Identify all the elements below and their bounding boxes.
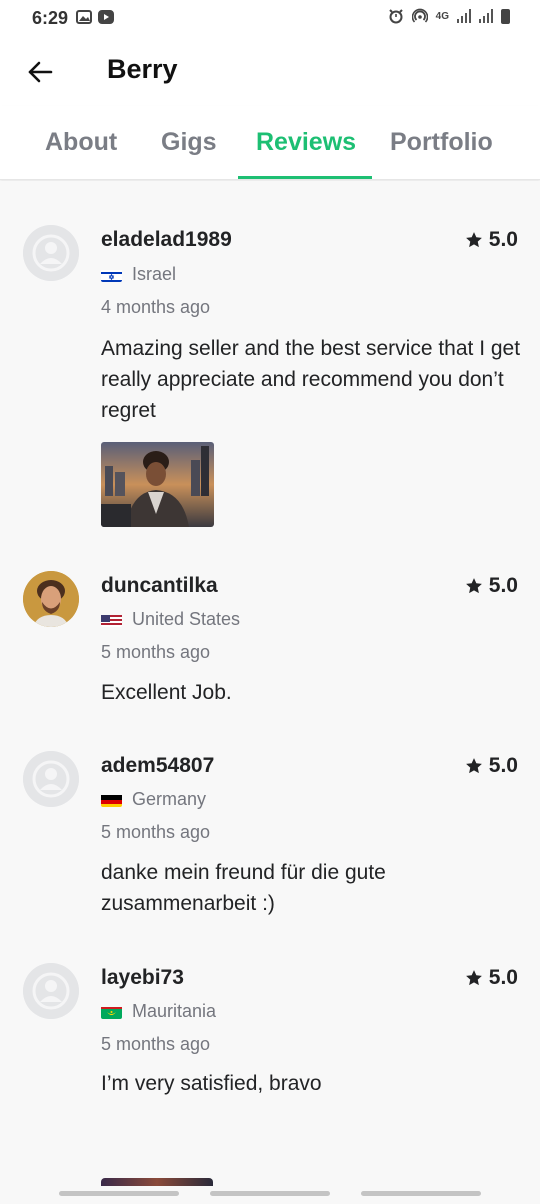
app-header: Berry: [0, 38, 540, 106]
reviewer-username[interactable]: adem54807: [101, 754, 214, 778]
review-date: 4 months ago: [101, 297, 211, 317]
status-bar: 6:29 4G: [0, 0, 540, 38]
avatar[interactable]: [23, 963, 79, 1019]
reviewer-username[interactable]: layebi73: [101, 966, 184, 990]
tab-reviews[interactable]: Reviews: [256, 128, 356, 157]
review-date: 5 months ago: [101, 1034, 211, 1054]
default-avatar-icon: [23, 963, 79, 1019]
mauritania-flag: [101, 1005, 122, 1019]
status-time: 6:29: [32, 8, 69, 28]
star-icon: [465, 758, 482, 774]
reviewer-country: Germany: [101, 789, 206, 810]
reviews-list[interactable]: eladelad1989 5.0 Israel 4 months ago Ama…: [0, 181, 540, 1204]
rating: 5.0: [465, 754, 518, 778]
usa-flag: [101, 613, 122, 627]
reviewer-username[interactable]: eladelad1989: [101, 228, 232, 252]
avatar[interactable]: [23, 751, 79, 807]
rating: 5.0: [465, 228, 518, 252]
israel-flag: [101, 268, 122, 282]
back-nav-button[interactable]: [361, 1191, 481, 1196]
rating-value: 5.0: [488, 966, 518, 989]
reviewer-username[interactable]: duncantilka: [101, 574, 218, 598]
review-text: I’m very satisfied, bravo: [101, 1072, 322, 1095]
country-name: Israel: [132, 264, 177, 284]
battery-icon: [501, 8, 510, 24]
profile-photo: [23, 571, 79, 627]
rating-value: 5.0: [488, 754, 518, 777]
review-image[interactable]: [101, 442, 214, 527]
germany-flag: [101, 793, 122, 807]
home-button[interactable]: [210, 1191, 330, 1196]
country-name: Germany: [132, 789, 207, 809]
page-title: Berry: [107, 54, 178, 84]
back-button[interactable]: [20, 52, 60, 92]
star-icon: [465, 232, 482, 248]
rating-value: 5.0: [488, 228, 518, 251]
tab-bar: About Gigs Reviews Portfolio: [0, 106, 540, 180]
youtube-icon: [98, 10, 114, 24]
review-date: 5 months ago: [101, 822, 211, 842]
star-icon: [465, 970, 482, 986]
rating-value: 5.0: [488, 574, 518, 597]
review-text: Excellent Job.: [101, 681, 232, 704]
image-icon: [76, 10, 92, 24]
reviewer-country: Israel: [101, 264, 176, 285]
rating: 5.0: [465, 966, 518, 990]
reviewer-country: United States: [101, 609, 240, 630]
avatar[interactable]: [23, 571, 79, 627]
tab-gigs[interactable]: Gigs: [161, 128, 217, 157]
default-avatar-icon: [23, 751, 79, 807]
country-name: Mauritania: [132, 1001, 217, 1021]
review-text: danke mein freund für die gute zusammena…: [101, 861, 386, 915]
rating: 5.0: [465, 574, 518, 598]
signal-icon: [479, 9, 493, 23]
active-tab-indicator: [238, 176, 372, 179]
review-text: Amazing seller and the best service that…: [101, 337, 521, 422]
signal-icon: [457, 9, 471, 23]
tab-portfolio[interactable]: Portfolio: [390, 128, 493, 157]
arrow-left-icon: [28, 61, 53, 83]
reviewer-country: Mauritania: [101, 1001, 216, 1022]
avatar[interactable]: [23, 225, 79, 281]
recents-button[interactable]: [59, 1191, 179, 1196]
star-icon: [465, 578, 482, 594]
tab-about[interactable]: About: [45, 128, 117, 157]
review-date: 5 months ago: [101, 642, 211, 662]
network-type: 4G: [435, 10, 449, 22]
hotspot-icon: [411, 8, 428, 23]
default-avatar-icon: [23, 225, 79, 281]
country-name: United States: [132, 609, 241, 629]
alarm-icon: [388, 9, 403, 24]
system-navigation-bar: [0, 1186, 540, 1204]
